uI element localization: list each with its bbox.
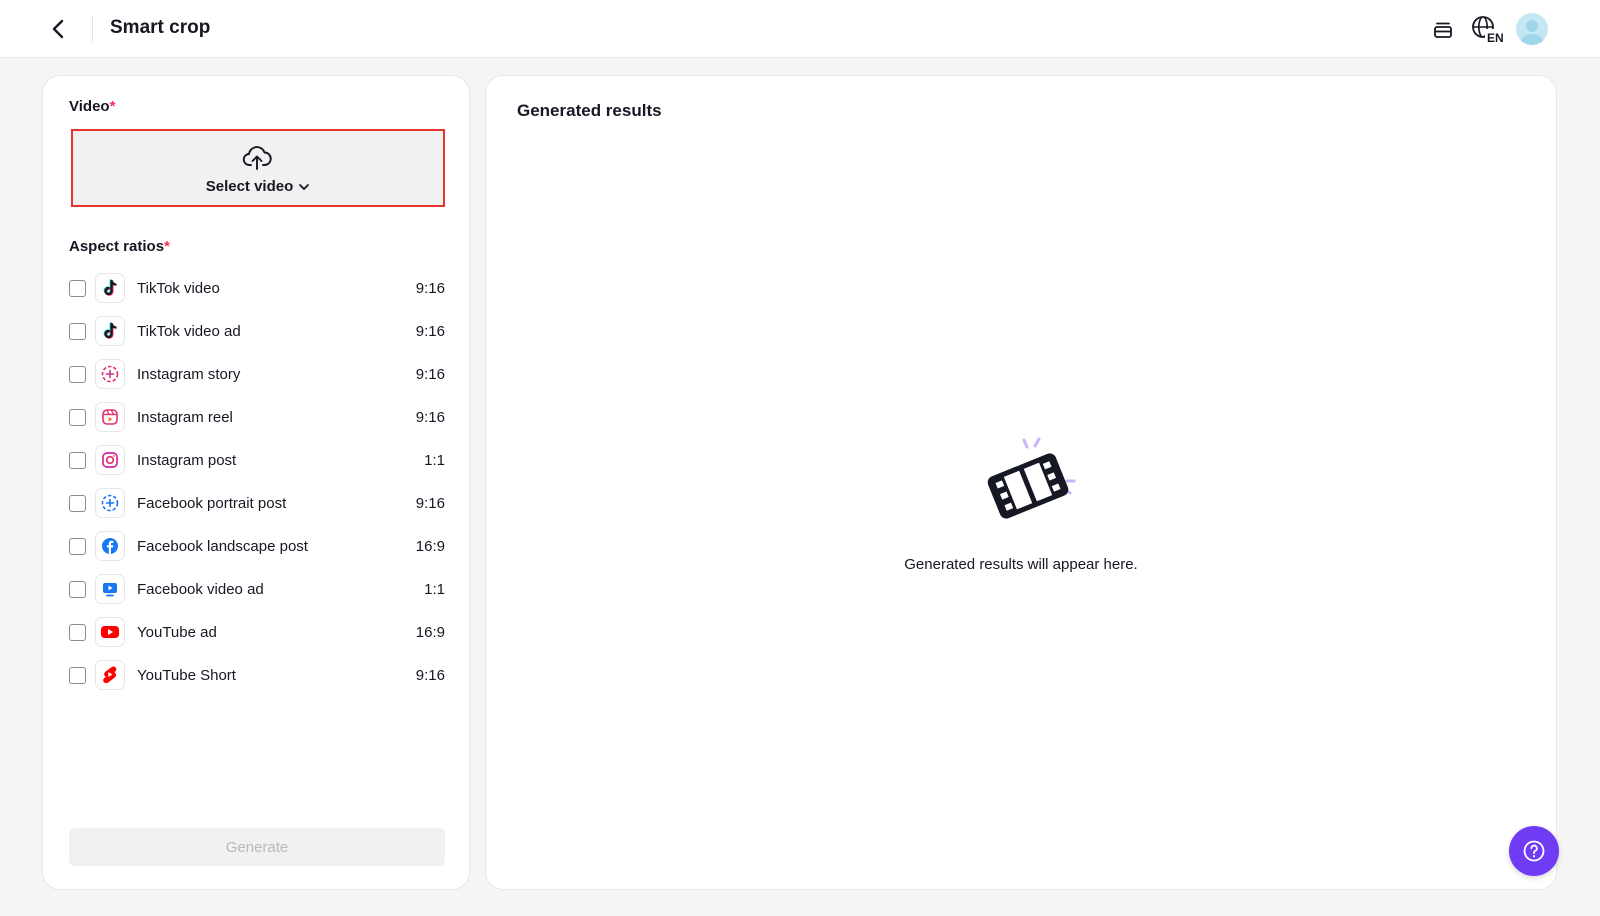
- select-video-label: Select video: [205, 178, 294, 195]
- checkbox[interactable]: [69, 408, 86, 426]
- checkbox[interactable]: [69, 322, 86, 340]
- aspect-ratios-label: Aspect ratios*: [69, 238, 170, 255]
- row-ratio: 9:16: [415, 322, 445, 340]
- row-label: Facebook video ad: [137, 580, 264, 598]
- video-label: Video*: [69, 98, 116, 115]
- stack-icon: [1434, 22, 1452, 38]
- ratio-row-facebook-portrait-post[interactable]: Facebook portrait post 9:16: [69, 488, 445, 518]
- row-label: Instagram reel: [137, 408, 233, 426]
- checkbox[interactable]: [69, 580, 86, 598]
- ratio-row-youtube-ad[interactable]: YouTube ad 16:9: [69, 617, 445, 647]
- film-strip-illustration: [987, 437, 1076, 519]
- select-video-button[interactable]: Select video: [71, 129, 445, 207]
- instagram-icon: [95, 445, 125, 475]
- row-ratio: 9:16: [415, 279, 445, 297]
- youtube-icon: [95, 617, 125, 647]
- language-code: EN: [1487, 31, 1504, 44]
- facebook-icon: [95, 531, 125, 561]
- ratio-row-tiktok-video-ad[interactable]: TikTok video ad 9:16: [69, 316, 445, 346]
- required-mark: *: [164, 238, 170, 255]
- facebook-video-icon: [95, 574, 125, 604]
- row-ratio: 16:9: [415, 623, 445, 641]
- row-ratio: 9:16: [415, 408, 445, 426]
- row-ratio: 1:1: [424, 580, 445, 598]
- row-label: Instagram post: [137, 451, 237, 469]
- youtube-shorts-icon: [95, 660, 125, 690]
- results-title: Generated results: [517, 101, 662, 120]
- top-bar: Smart crop EN: [0, 0, 1600, 58]
- checkbox[interactable]: [69, 451, 86, 469]
- tiktok-icon: [95, 273, 125, 303]
- row-label: Facebook portrait post: [137, 494, 287, 512]
- empty-state-message: Generated results will appear here.: [904, 556, 1138, 573]
- row-ratio: 16:9: [415, 537, 445, 555]
- results-panel: Generated results Generated results will…: [485, 75, 1557, 890]
- row-ratio: 9:16: [415, 494, 445, 512]
- row-ratio: 1:1: [424, 451, 445, 469]
- ratio-row-facebook-video-ad[interactable]: Facebook video ad 1:1: [69, 574, 445, 604]
- ratio-row-tiktok-video[interactable]: TikTok video 9:16: [69, 273, 445, 303]
- row-ratio: 9:16: [415, 666, 445, 684]
- checkbox[interactable]: [69, 623, 86, 641]
- checkbox[interactable]: [69, 537, 86, 555]
- required-mark: *: [109, 98, 116, 115]
- chevron-left-icon: [52, 19, 64, 39]
- ratio-row-instagram-reel[interactable]: Instagram reel 9:16: [69, 402, 445, 432]
- back-button[interactable]: [44, 14, 74, 44]
- user-avatar-icon: [1521, 20, 1543, 45]
- globe-icon: EN: [1472, 16, 1506, 44]
- page-title: Smart crop: [110, 17, 211, 38]
- settings-panel: Video* Select video Aspect ratios* TikTo…: [42, 75, 470, 890]
- ratio-row-instagram-post[interactable]: Instagram post 1:1: [69, 445, 445, 475]
- generate-button[interactable]: Generate: [69, 828, 445, 866]
- ratio-row-youtube-short[interactable]: YouTube Short 9:16: [69, 660, 445, 690]
- checkbox[interactable]: [69, 494, 86, 512]
- checkbox[interactable]: [69, 365, 86, 383]
- ratio-row-instagram-story[interactable]: Instagram story 9:16: [69, 359, 445, 389]
- language-button[interactable]: EN: [1470, 14, 1506, 44]
- row-label: Instagram story: [137, 365, 241, 383]
- facebook-story-icon: [95, 488, 125, 518]
- row-label: Facebook landscape post: [137, 537, 308, 555]
- row-ratio: 9:16: [415, 365, 445, 383]
- header-divider: [92, 16, 93, 42]
- help-button[interactable]: [1509, 826, 1559, 876]
- chevron-down-icon: [299, 184, 310, 190]
- ratio-row-facebook-landscape-post[interactable]: Facebook landscape post 16:9: [69, 531, 445, 561]
- row-label: TikTok video: [137, 279, 220, 297]
- checkbox[interactable]: [69, 666, 86, 684]
- row-label: YouTube Short: [137, 666, 236, 684]
- instagram-story-icon: [95, 359, 125, 389]
- tiktok-icon: [95, 316, 125, 346]
- row-label: YouTube ad: [137, 623, 217, 641]
- question-icon: [1523, 840, 1545, 862]
- row-label: TikTok video ad: [137, 322, 241, 340]
- checkbox[interactable]: [69, 279, 86, 297]
- instagram-reel-icon: [95, 402, 125, 432]
- cloud-upload-icon: [242, 146, 272, 170]
- avatar[interactable]: [1516, 13, 1548, 45]
- projects-button[interactable]: [1428, 14, 1458, 44]
